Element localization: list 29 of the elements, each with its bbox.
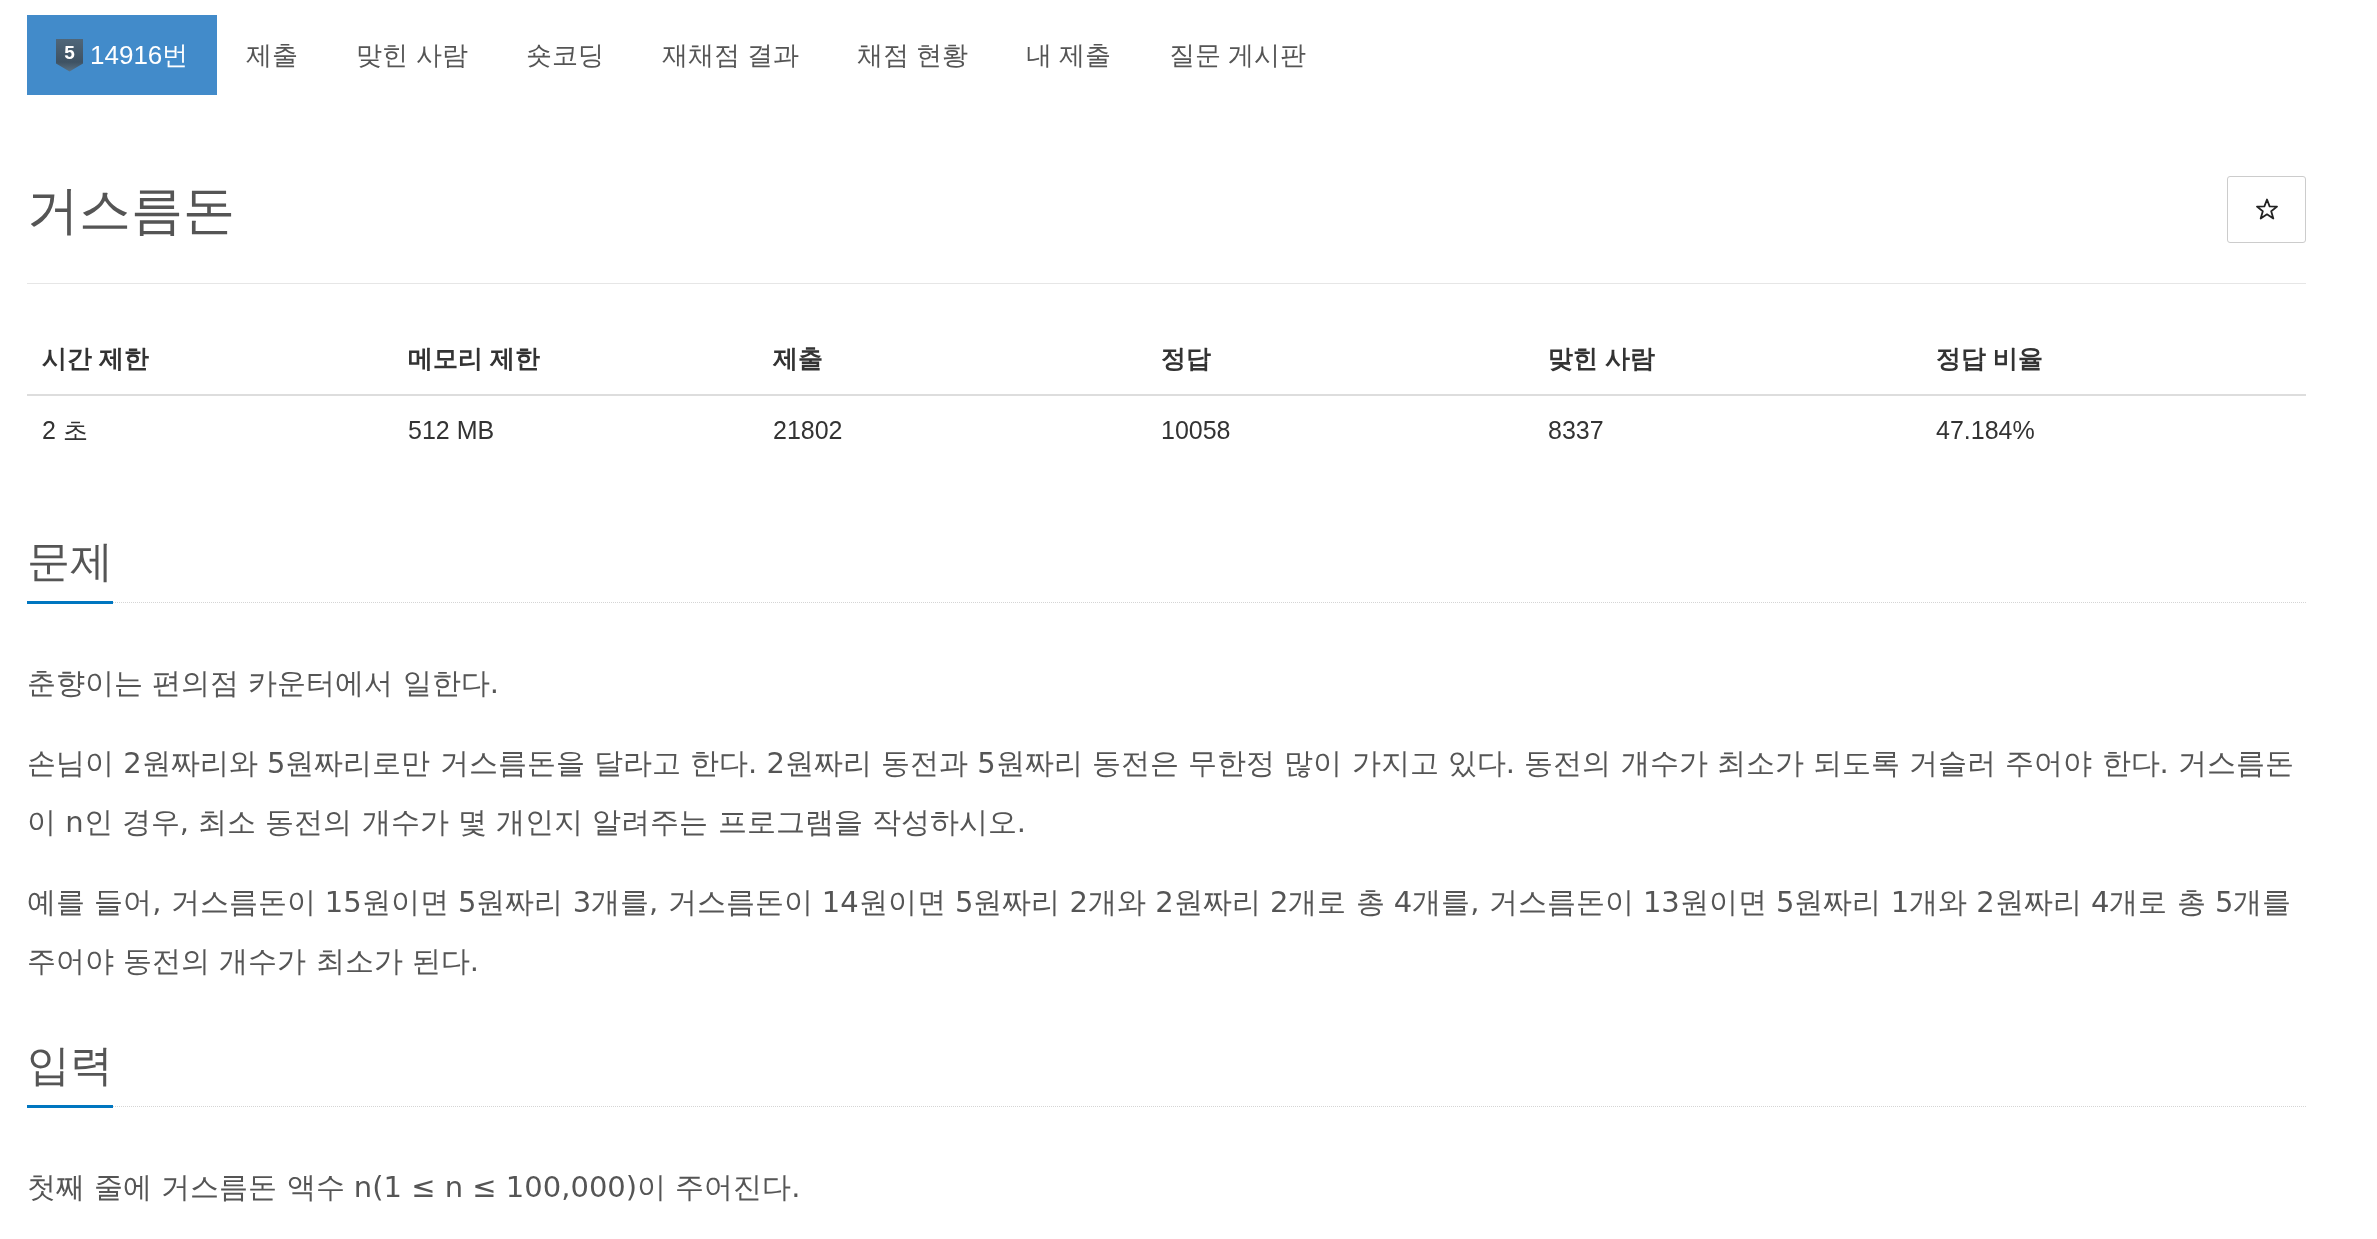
column-header: 메모리 제한 (393, 322, 758, 396)
paragraph: 손님이 2원짜리와 5원짜리로만 거스름돈을 달라고 한다. 2원짜리 동전과 5원짜리 동전은 무한정 많이 가지고 있다. 동전의 개수가 최소가 되도록 거슬러 주어야 한다. 거스름돈이 n인 경우, 최소 동전의 개수가 몇 개인지 알려주는 프로그램을 작성하시오. (27, 745, 2296, 841)
column-header: 정답 비율 (1921, 322, 2306, 396)
tier-badge: 5 (56, 38, 83, 72)
nav-tab[interactable]: 질문 게시판 (1140, 15, 1336, 95)
table-cell-text: 10058 (1160, 415, 1232, 446)
column-header: 제출 (758, 322, 1146, 396)
nav-tab[interactable]: 제출 (217, 15, 328, 95)
table-cell-text: 512 MB (407, 415, 496, 446)
table-cell-text: 47.184% (1935, 415, 2036, 446)
paragraph: 춘향이는 편의점 카운터에서 일한다. (27, 665, 500, 702)
paragraph: 예를 들어, 거스름돈이 15원이면 5원짜리 3개를, 거스름돈이 14원이면 5원짜리 2개와 2원짜리 2개로 총 4개를, 거스름돈이 13원이면 5원짜리 1개와 2원짜리 4개로 총 5개를 주어야 동전의 개수가 최소가 된다. (27, 884, 2293, 980)
nav-tab[interactable]: 채점 현황 (827, 15, 997, 95)
column-header: 맞힌 사람 (1533, 322, 1921, 396)
paragraph: 첫째 줄에 거스름돈 액수 n(1 ≤ n ≤ 100,000)이 주어진다. (27, 1169, 802, 1206)
nav-tab[interactable]: 맞힌 사람 (327, 15, 497, 95)
star-button[interactable] (2227, 176, 2306, 243)
table-cell-text: 8337 (1547, 415, 1605, 446)
table-cell-text: 2 초 (41, 415, 89, 446)
section-heading: 문제 (27, 535, 113, 604)
table-cell-text: 21802 (772, 415, 844, 446)
column-header: 정답 (1146, 322, 1533, 396)
column-header: 시간 제한 (27, 322, 393, 396)
nav-tab[interactable]: 숏코딩 (496, 15, 633, 95)
nav-tab[interactable]: 내 제출 (997, 15, 1141, 95)
nav-tab[interactable]: 재채점 결과 (632, 15, 828, 95)
problem-title: 거스름돈 (27, 179, 235, 241)
section-heading: 입력 (27, 1039, 113, 1108)
nav-tab[interactable]: 5 14916번 (27, 15, 218, 95)
